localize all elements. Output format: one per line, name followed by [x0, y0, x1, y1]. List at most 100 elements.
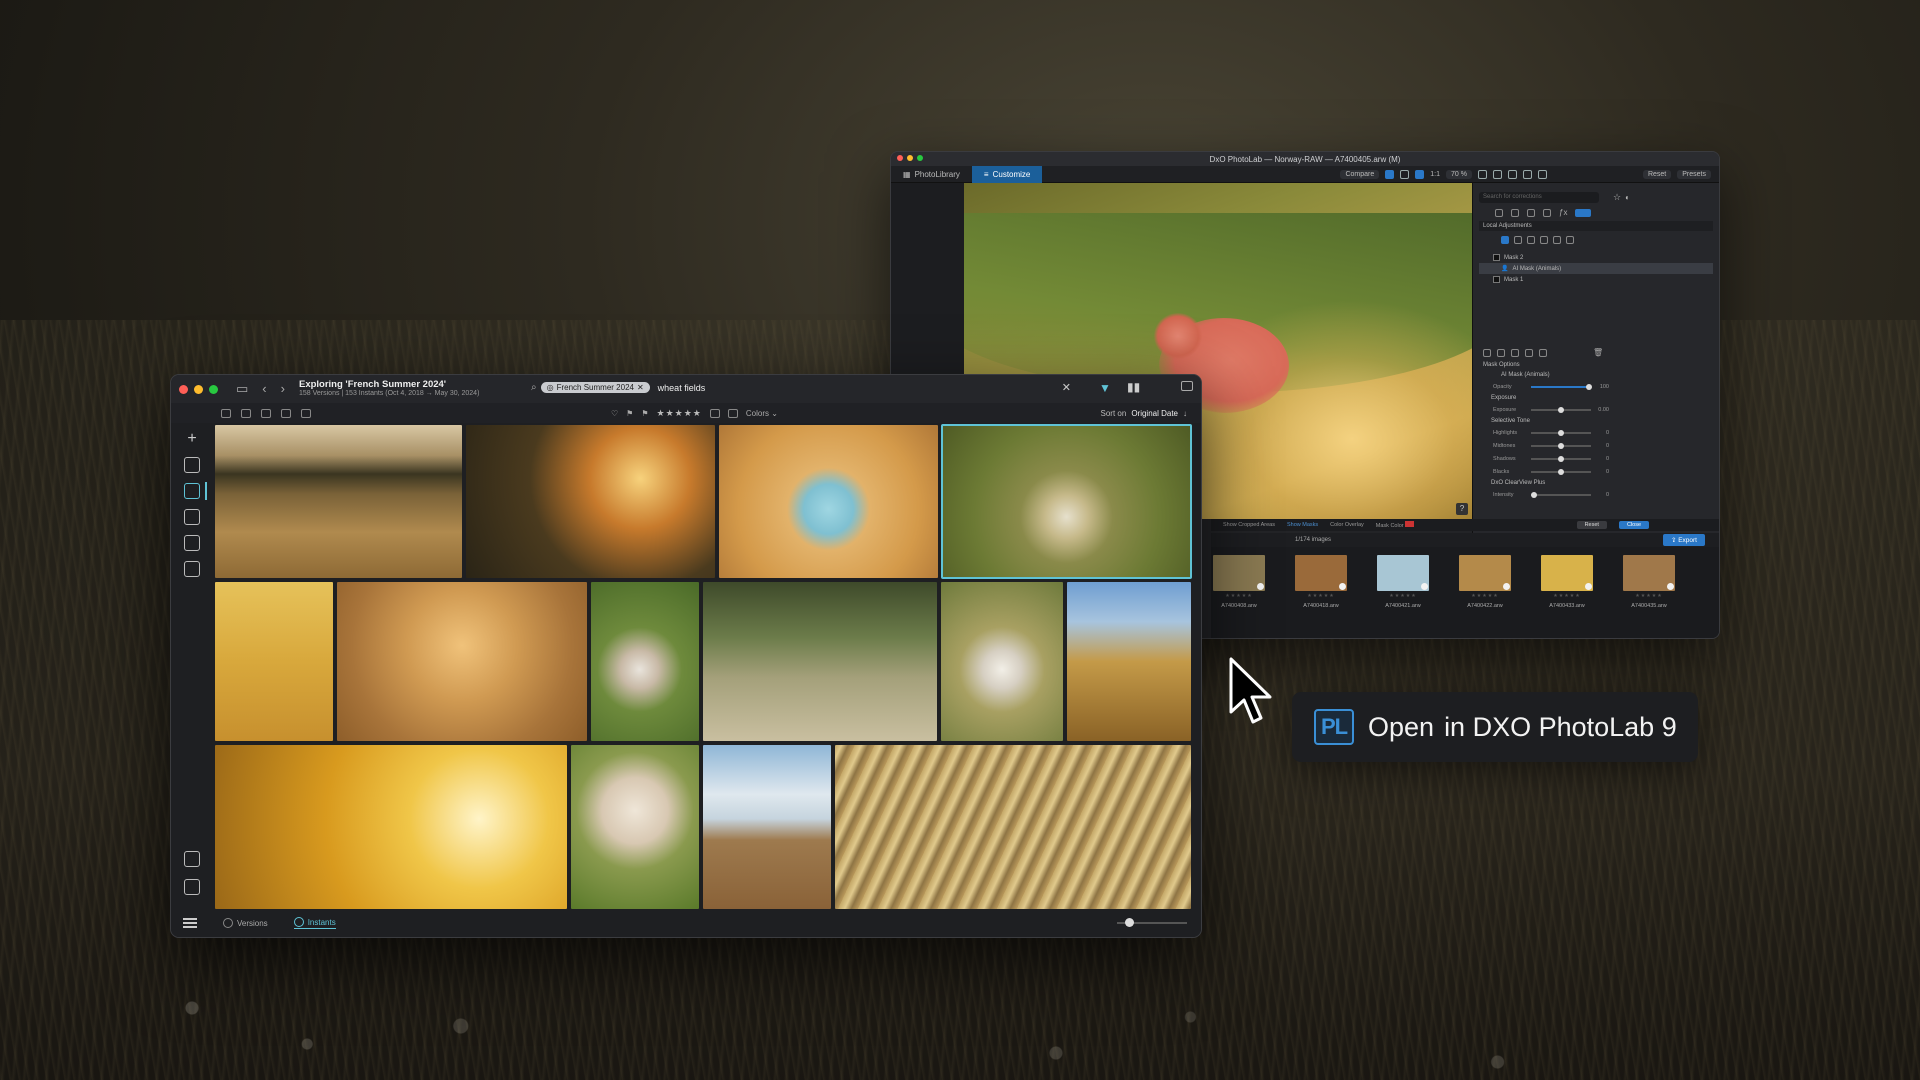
single-view-icon[interactable] [1385, 169, 1395, 179]
midtones-slider[interactable]: Midtones 0 [1479, 439, 1713, 452]
local-adjustments-header[interactable]: Local Adjustments [1479, 221, 1713, 231]
close-window-button[interactable] [179, 384, 188, 394]
photo-tile[interactable] [215, 745, 567, 909]
people-icon[interactable] [184, 561, 200, 577]
trash-icon[interactable]: 🗑 [1593, 348, 1603, 357]
project-filter-chip[interactable]: ◎ French Summer 2024 ✕ [540, 382, 650, 393]
person-icon[interactable] [281, 408, 291, 418]
sidebar-toggle-icon[interactable]: ▭ [236, 381, 248, 397]
image-icon[interactable] [727, 408, 738, 418]
corrections-search-input[interactable]: Search for corrections [1479, 192, 1599, 203]
stack-icon[interactable] [221, 408, 231, 418]
clearview-header[interactable]: DxO ClearView Plus [1479, 478, 1713, 488]
exposure-slider[interactable]: Exposure 0.00 [1479, 403, 1713, 416]
fx-icon[interactable]: ƒx [1559, 208, 1567, 217]
add-icon[interactable]: + [187, 431, 196, 447]
map-icon[interactable] [184, 535, 200, 551]
help-button[interactable]: ? [1456, 503, 1468, 515]
place-icon[interactable] [301, 408, 311, 418]
detail-icon[interactable] [1527, 208, 1535, 217]
opacity-slider[interactable]: Opacity 100 [1479, 380, 1713, 393]
mask-color-picker[interactable]: Mask Color [1376, 521, 1415, 529]
color-overlay-toggle[interactable]: Color Overlay [1330, 522, 1364, 528]
photo-tile[interactable] [337, 582, 587, 741]
histogram-icon[interactable]: ▮▮ [1127, 380, 1140, 394]
projects-icon[interactable] [184, 509, 200, 525]
split-view-icon[interactable] [1400, 169, 1410, 179]
single-view-icon[interactable] [184, 457, 200, 473]
flag-icon[interactable]: ⚑ [626, 409, 633, 418]
photo-tile[interactable] [703, 582, 937, 741]
zoom-window-button[interactable] [917, 155, 923, 161]
close-window-button[interactable] [897, 155, 903, 161]
mask-list-item[interactable]: Mask 1 [1479, 274, 1713, 285]
calendar-icon[interactable] [241, 408, 251, 418]
ratio-button[interactable]: 1:1 [1430, 171, 1440, 178]
clear-search-icon[interactable]: ✕ [1062, 381, 1071, 394]
instants-toggle[interactable]: Instants [293, 917, 336, 929]
retouch-icon[interactable] [1507, 169, 1517, 179]
star-icon[interactable]: ☆ [1613, 192, 1621, 203]
crop-icon[interactable] [1477, 169, 1487, 179]
color-icon[interactable] [1511, 208, 1519, 217]
auto-mask-icon[interactable] [1553, 236, 1561, 244]
light-icon[interactable] [1495, 208, 1503, 217]
duplicate-mask-icon[interactable] [1497, 348, 1505, 357]
sort-direction-icon[interactable]: ↓ [1183, 409, 1187, 418]
photo-tile[interactable] [835, 745, 1191, 909]
selective-tone-header[interactable]: Selective Tone [1479, 416, 1713, 426]
photo-tile[interactable] [591, 582, 699, 741]
geometry-icon[interactable] [1543, 208, 1551, 217]
mask-list-item-selected[interactable]: 👤 AI Mask (Animals) [1479, 263, 1713, 274]
filmstrip-thumb[interactable]: ★★★★★ A7400422.arw [1459, 555, 1511, 638]
forward-icon[interactable]: › [281, 381, 285, 397]
straighten-icon[interactable] [1492, 169, 1502, 179]
filmstrip-thumb[interactable]: ★★★★★ A7400433.arw [1541, 555, 1593, 638]
shadows-slider[interactable]: Shadows 0 [1479, 452, 1713, 465]
thumbnail-size-slider[interactable] [1117, 918, 1187, 927]
reset-top-button[interactable]: Reset [1642, 169, 1672, 179]
menu-icon[interactable] [183, 918, 197, 928]
zoom-select[interactable]: 70 % [1446, 169, 1472, 179]
show-cropped-toggle[interactable]: Show Cropped Areas [1223, 522, 1275, 528]
sort-control[interactable]: Sort on Original Date ↓ [1101, 409, 1187, 418]
open-in-photolab-badge[interactable]: PL Open in DXO PhotoLab 9 [1292, 692, 1698, 762]
back-icon[interactable]: ‹ [262, 381, 266, 397]
minimize-window-button[interactable] [907, 155, 913, 161]
photo-tile[interactable] [941, 582, 1063, 741]
info-panel-toggle-icon[interactable] [1181, 381, 1193, 391]
compare-button[interactable]: Compare [1340, 169, 1380, 179]
mask-options-header[interactable]: Mask Options [1479, 360, 1713, 370]
ai-mask-tool-icon[interactable] [1501, 236, 1509, 244]
export-button[interactable]: ⇪ Export [1662, 534, 1705, 546]
local-adjust-icon[interactable] [1575, 208, 1592, 217]
toggle-icon[interactable]: ◐ [1625, 193, 1630, 202]
filmstrip-thumb[interactable]: ★★★★★ A7400408.arw [1213, 555, 1265, 638]
photo-tile[interactable] [1067, 582, 1191, 741]
tab-photolibrary[interactable]: ▦ PhotoLibrary [891, 166, 972, 183]
brush-icon[interactable] [1527, 236, 1535, 244]
photo-tile[interactable] [719, 425, 938, 578]
filmstrip-thumb[interactable]: ★★★★★ A7400421.arw [1377, 555, 1429, 638]
tag-icon[interactable] [261, 408, 271, 418]
heart-icon[interactable]: ♡ [611, 409, 618, 418]
add-mask-icon[interactable] [1483, 348, 1491, 357]
mask-list-item[interactable]: Mask 2 [1479, 252, 1713, 263]
close-button[interactable]: Close [1618, 521, 1649, 529]
filmstrip-thumb[interactable]: ★★★★★ A7400418.arw [1295, 555, 1347, 638]
colors-filter[interactable]: Colors ⌄ [746, 409, 778, 418]
exposure-section-header[interactable]: Exposure [1479, 393, 1713, 403]
photo-tile[interactable] [703, 745, 831, 909]
eye-icon[interactable] [1537, 169, 1547, 179]
graduated-filter-icon[interactable] [1540, 236, 1548, 244]
photo-tile[interactable] [215, 425, 462, 578]
photo-tile-selected[interactable] [941, 424, 1192, 579]
intensity-slider[interactable]: Intensity 0 [1479, 488, 1713, 501]
blacks-slider[interactable]: Blacks 0 [1479, 465, 1713, 478]
presets-button[interactable]: Presets [1677, 169, 1711, 179]
filmstrip-thumb[interactable]: ★★★★★ A7400435.arw [1623, 555, 1675, 638]
photo-tile[interactable] [571, 745, 699, 909]
reset-button[interactable]: Reset [1576, 521, 1607, 529]
zoom-window-button[interactable] [209, 384, 218, 394]
eraser-icon[interactable] [1566, 236, 1574, 244]
